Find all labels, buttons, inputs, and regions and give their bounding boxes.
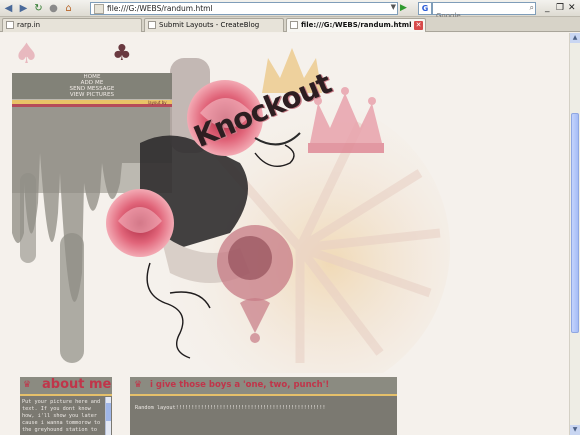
profile-nav: HOME ADD ME SEND MESSAGE VIEW PICTURES bbox=[12, 73, 172, 99]
nav-view-pictures-link[interactable]: VIEW PICTURES bbox=[12, 92, 172, 98]
tab-rarp[interactable]: rarp.in bbox=[2, 18, 142, 32]
close-window-button[interactable]: ✕ bbox=[568, 3, 576, 14]
tab-label: Submit Layouts - CreateBlog bbox=[159, 21, 260, 29]
search-box[interactable]: ⌕ bbox=[432, 2, 536, 22]
minimize-button[interactable]: _ bbox=[545, 3, 550, 14]
main-box-text: Random layout!!!!!!!!!!!!!!!!!!!!!!!!!!!… bbox=[135, 405, 326, 411]
search-magnifier-icon[interactable]: ⌕ bbox=[530, 3, 534, 13]
navigation-toolbar: ◀ ▶ ↻ ● ⌂ file:///G:/WEBS/randum.html ▼ … bbox=[0, 0, 580, 22]
page-favicon-icon bbox=[94, 3, 104, 14]
url-text[interactable]: file:///G:/WEBS/randum.html bbox=[107, 4, 213, 13]
spade-icon: ♠ bbox=[14, 37, 39, 70]
about-me-box: ♛ about me Put your picture here and tex… bbox=[20, 377, 112, 435]
tab-bar: rarp.in Submit Layouts - CreateBlog file… bbox=[0, 17, 580, 32]
scroll-thumb[interactable] bbox=[571, 113, 579, 333]
home-icon[interactable]: ⌂ bbox=[62, 2, 75, 15]
url-bar[interactable]: file:///G:/WEBS/randum.html ▼ bbox=[90, 2, 398, 15]
page-scrollbar[interactable]: ▲ ▼ bbox=[569, 33, 580, 435]
club-icon: ♣ bbox=[112, 41, 132, 66]
forward-arrow-icon[interactable]: ▶ bbox=[17, 2, 30, 15]
rose-bottom bbox=[106, 189, 174, 257]
reload-icon[interactable]: ↻ bbox=[32, 2, 45, 15]
about-me-text: Put your picture here and text. If you d… bbox=[22, 399, 101, 433]
main-content-box: ♛ i give those boys a 'one, two, punch'!… bbox=[130, 377, 397, 435]
scroll-up-icon[interactable]: ▲ bbox=[570, 33, 580, 43]
go-arrow-icon[interactable]: ▶ bbox=[400, 1, 412, 15]
back-arrow-icon[interactable]: ◀ bbox=[2, 2, 15, 15]
about-me-scroll-thumb[interactable] bbox=[106, 403, 111, 421]
tab-page-icon bbox=[290, 21, 298, 29]
search-engine-icon[interactable]: G bbox=[418, 2, 432, 15]
page-content: ♠ ♣ HOME ADD ME SEND MESSAGE VIEW PICTUR… bbox=[0, 33, 569, 435]
gold-divider bbox=[20, 394, 112, 396]
about-me-scrollbar[interactable] bbox=[105, 397, 111, 435]
tab-label: file:///G:/WEBS/randum.html bbox=[301, 21, 412, 29]
scroll-down-icon[interactable]: ▼ bbox=[570, 425, 580, 435]
about-me-title: about me bbox=[42, 377, 112, 392]
browser-window: ◀ ▶ ↻ ● ⌂ file:///G:/WEBS/randum.html ▼ … bbox=[0, 0, 580, 435]
tab-label: rarp.in bbox=[17, 21, 41, 29]
layout-credit: layout by bbox=[148, 100, 167, 105]
main-box-title: i give those boys a 'one, two, punch'! bbox=[150, 380, 330, 390]
gold-divider bbox=[130, 394, 397, 396]
crown-icon: ♛ bbox=[134, 380, 143, 390]
restore-button[interactable]: ❐ bbox=[556, 3, 564, 14]
tab-close-icon[interactable]: ✕ bbox=[414, 21, 423, 30]
crown-icon: ♛ bbox=[23, 380, 32, 390]
url-dropdown-icon[interactable]: ▼ bbox=[391, 3, 396, 11]
stop-icon[interactable]: ● bbox=[47, 2, 60, 15]
tab-page-icon bbox=[6, 21, 14, 29]
tab-createblog[interactable]: Submit Layouts - CreateBlog bbox=[144, 18, 284, 32]
tab-page-icon bbox=[148, 21, 156, 29]
tab-randum[interactable]: file:///G:/WEBS/randum.html ✕ bbox=[286, 18, 426, 32]
